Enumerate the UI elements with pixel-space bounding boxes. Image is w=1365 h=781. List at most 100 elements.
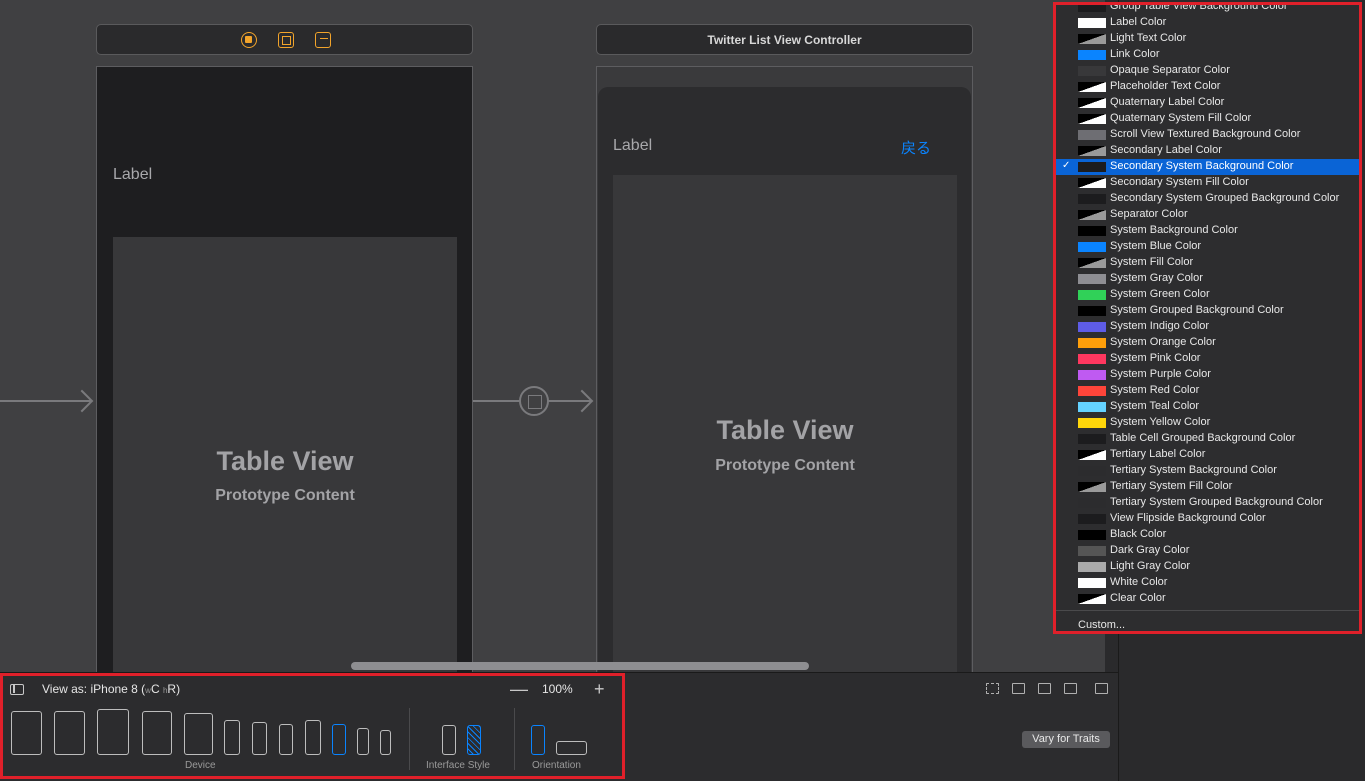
color-menu-item[interactable]: Label Color (1056, 15, 1359, 31)
color-menu-item[interactable]: System Yellow Color (1056, 415, 1359, 431)
scene-2-label[interactable]: Label (613, 137, 652, 155)
checkmark-icon: ✓ (1062, 160, 1071, 171)
color-swatch (1078, 498, 1106, 508)
exit-icon[interactable] (315, 32, 331, 48)
color-menu-item[interactable]: Opaque Separator Color (1056, 63, 1359, 79)
color-menu-item[interactable]: Black Color (1056, 527, 1359, 543)
color-menu-item[interactable]: Tertiary Label Color (1056, 447, 1359, 463)
color-menu-item[interactable]: System Gray Color (1056, 271, 1359, 287)
embed-in-icon[interactable] (1095, 683, 1108, 694)
color-menu-item[interactable]: System Green Color (1056, 287, 1359, 303)
color-menu-item[interactable]: Secondary System Fill Color (1056, 175, 1359, 191)
color-picker-menu[interactable]: Group Table View Background Color Label C… (1053, 2, 1362, 634)
update-frames-icon[interactable] (986, 683, 999, 694)
storyboard-canvas[interactable]: Twitter List View Controller Label Table… (0, 0, 1105, 672)
color-menu-item[interactable]: Secondary System Grouped Background Colo… (1056, 191, 1359, 207)
color-menu-item[interactable]: Scroll View Textured Background Color (1056, 127, 1359, 143)
color-swatch (1078, 210, 1106, 220)
scene-dock-1[interactable] (96, 24, 473, 55)
color-swatch (1078, 34, 1106, 44)
color-menu-item[interactable]: Clear Color (1056, 591, 1359, 607)
color-name: Secondary Label Color (1110, 144, 1222, 156)
color-menu-item[interactable]: Tertiary System Fill Color (1056, 479, 1359, 495)
color-menu-item[interactable]: System Pink Color (1056, 351, 1359, 367)
color-menu-item[interactable]: System Blue Color (1056, 239, 1359, 255)
vary-for-traits-button[interactable]: Vary for Traits (1022, 731, 1110, 748)
color-name: Separator Color (1110, 208, 1188, 220)
color-menu-item[interactable]: Quaternary Label Color (1056, 95, 1359, 111)
color-name: Placeholder Text Color (1110, 80, 1221, 92)
color-name: System Indigo Color (1110, 320, 1210, 332)
color-swatch (1078, 418, 1106, 428)
color-name: Black Color (1110, 528, 1167, 540)
color-menu-item[interactable]: Dark Gray Color (1056, 543, 1359, 559)
custom-color-item[interactable]: Custom... (1078, 619, 1125, 631)
color-name: Secondary System Fill Color (1110, 176, 1249, 188)
color-name: Scroll View Textured Background Color (1110, 128, 1301, 140)
color-menu-item[interactable]: System Grouped Background Color (1056, 303, 1359, 319)
color-name: System Teal Color (1110, 400, 1200, 412)
color-swatch (1078, 194, 1106, 204)
color-name: System Gray Color (1110, 272, 1203, 284)
entry-arrow-head (70, 389, 94, 413)
toolbar-highlight-box (0, 673, 625, 779)
align-icon[interactable] (1012, 683, 1025, 694)
color-swatch (1078, 50, 1106, 60)
color-menu-item[interactable]: Secondary Label Color (1056, 143, 1359, 159)
color-name: Label Color (1110, 16, 1167, 28)
color-swatch (1078, 594, 1106, 604)
color-menu-item[interactable]: Tertiary System Background Color (1056, 463, 1359, 479)
color-menu-item[interactable]: System Teal Color (1056, 399, 1359, 415)
color-swatch (1078, 530, 1106, 540)
color-name: Tertiary Label Color (1110, 448, 1206, 460)
color-menu-item[interactable]: ✓ Secondary System Background Color (1056, 159, 1359, 175)
color-menu-item[interactable]: System Indigo Color (1056, 319, 1359, 335)
color-name: System Grouped Background Color (1110, 304, 1284, 316)
color-swatch (1078, 130, 1106, 140)
color-name: White Color (1110, 576, 1168, 588)
add-constraints-icon[interactable] (1038, 683, 1051, 694)
color-menu-item[interactable]: Link Color (1056, 47, 1359, 63)
scene-1-table-view[interactable]: Table View Prototype Content (113, 237, 457, 672)
color-name: View Flipside Background Color (1110, 512, 1266, 524)
color-menu-item[interactable]: White Color (1056, 575, 1359, 591)
first-responder-icon[interactable] (278, 32, 294, 48)
color-name: System Blue Color (1110, 240, 1202, 252)
color-swatch (1078, 5, 1106, 12)
horizontal-scrollbar[interactable] (351, 662, 809, 670)
color-name: Table Cell Grouped Background Color (1110, 432, 1296, 444)
view-controller-icon[interactable] (241, 32, 257, 48)
color-menu-item[interactable]: Quaternary System Fill Color (1056, 111, 1359, 127)
color-swatch (1078, 466, 1106, 476)
color-swatch (1078, 274, 1106, 284)
color-swatch (1078, 322, 1106, 332)
scene-dock-2[interactable]: Twitter List View Controller (596, 24, 973, 55)
color-menu-item[interactable]: System Purple Color (1056, 367, 1359, 383)
color-menu-item[interactable]: Separator Color (1056, 207, 1359, 223)
table-view-title: Table View (716, 415, 854, 445)
segue-icon[interactable] (519, 386, 549, 416)
color-menu-item[interactable]: System Orange Color (1056, 335, 1359, 351)
scene-1-view[interactable]: Label Table View Prototype Content (96, 66, 473, 672)
color-menu-item[interactable]: System Fill Color (1056, 255, 1359, 271)
back-button[interactable]: 戻る (901, 137, 931, 158)
color-menu-item[interactable]: System Red Color (1056, 383, 1359, 399)
color-name: Light Text Color (1110, 32, 1187, 44)
color-menu-item[interactable]: System Background Color (1056, 223, 1359, 239)
color-name: Clear Color (1110, 592, 1166, 604)
color-menu-item[interactable]: Placeholder Text Color (1056, 79, 1359, 95)
scene-2-table-view[interactable]: Table View Prototype Content (613, 175, 957, 672)
color-menu-item[interactable]: Light Gray Color (1056, 559, 1359, 575)
color-menu-item[interactable]: Tertiary System Grouped Background Color (1056, 495, 1359, 511)
scene-2-view[interactable]: Label 戻る Table View Prototype Content (596, 66, 973, 672)
scene-1-label[interactable]: Label (113, 166, 152, 184)
color-name: System Red Color (1110, 384, 1200, 396)
color-name: Secondary System Background Color (1110, 160, 1294, 172)
color-menu-item[interactable]: Light Text Color (1056, 31, 1359, 47)
color-menu-item[interactable]: View Flipside Background Color (1056, 511, 1359, 527)
color-menu-item[interactable]: Group Table View Background Color (1056, 5, 1359, 15)
color-swatch (1078, 226, 1106, 236)
resolve-autolayout-icon[interactable] (1064, 683, 1077, 694)
color-menu-item[interactable]: Table Cell Grouped Background Color (1056, 431, 1359, 447)
color-swatch (1078, 562, 1106, 572)
